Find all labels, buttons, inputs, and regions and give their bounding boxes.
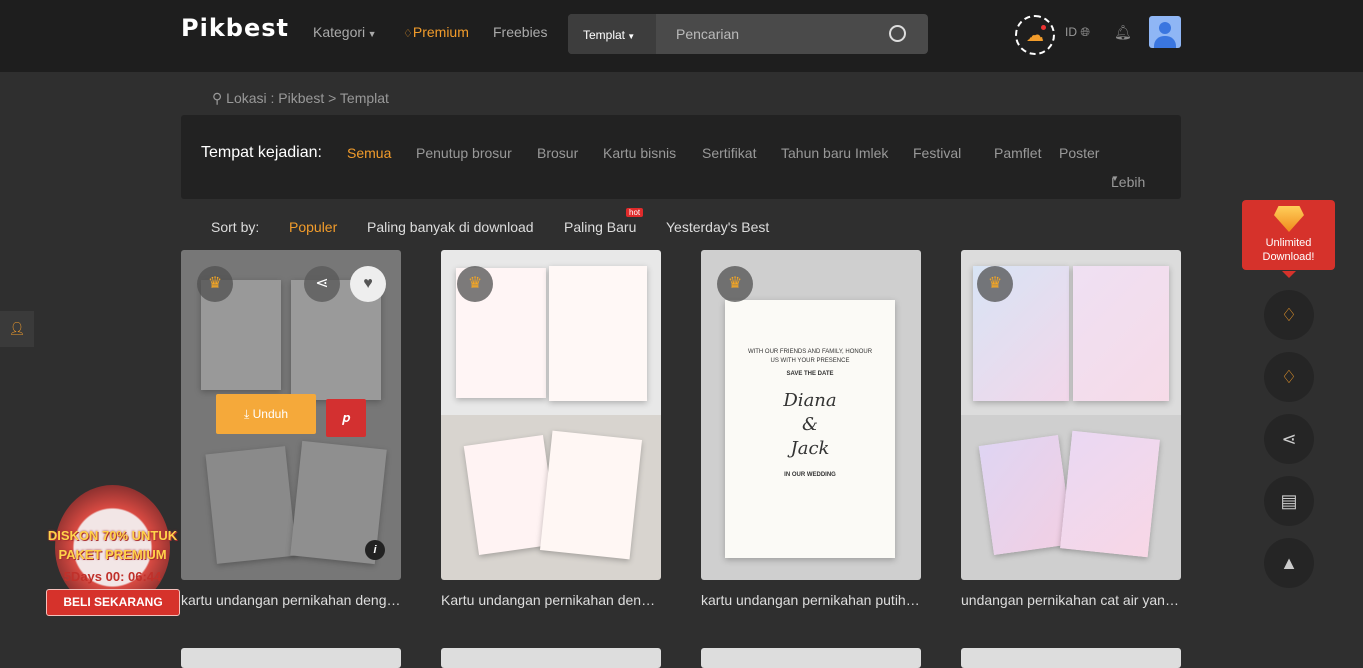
premium-diamond-button[interactable]: ♢ (1264, 290, 1314, 340)
card-title[interactable]: kartu undangan pernikahan dengan bunga m… (181, 592, 401, 608)
download-label: Unduh (252, 407, 289, 421)
vip-diamond-button[interactable]: ♢ (1264, 352, 1314, 402)
nav-freebies[interactable]: Freebies (493, 24, 547, 40)
nav-premium[interactable]: ♢Premium (403, 24, 469, 40)
category-filter-bar: Tempat kejadian: Semua Penutup brosur Br… (181, 115, 1181, 199)
nav-label: Premium (412, 24, 469, 40)
nav-label: Kategori (313, 24, 366, 40)
template-card[interactable] (441, 648, 661, 668)
breadcrumb: ⚲ Lokasi : Pikbest > Templat (212, 90, 389, 107)
promo-line2: PAKET PREMIUM (58, 547, 167, 562)
sort-yesterdays-best[interactable]: Yesterday's Best (666, 219, 769, 235)
location-icon: ⚲ (212, 90, 223, 106)
diamond-icon: ♢ (403, 28, 413, 40)
caret-down-icon: ▼ (365, 29, 377, 39)
download-icon: ⤓ (243, 407, 250, 421)
unlimited-download-banner[interactable]: Unlimited Download! (1242, 200, 1335, 278)
top-header: Pikbest Kategori ▼ ♢Premium Freebies Tem… (0, 0, 1363, 72)
poster-invite-text: WITH OUR FRIENDS AND FAMILY, HONOUR US W… (747, 349, 873, 364)
template-thumbnail[interactable]: ♛ (441, 250, 661, 580)
card-title[interactable]: kartu undangan pernikahan putih dengan b… (701, 592, 921, 608)
template-card[interactable]: ♛ Kartu undangan pernikahan dengan bunga… (441, 250, 661, 608)
premium-crown-icon: ♛ (457, 266, 493, 302)
premium-crown-icon: ♛ (197, 266, 233, 302)
share-icon[interactable]: ⋖ (304, 266, 340, 302)
feedback-button[interactable]: ▤ (1264, 476, 1314, 526)
diamond-icon: ♢ (1280, 366, 1298, 387)
card-title[interactable]: Kartu undangan pernikahan dengan bunga m… (441, 592, 661, 608)
promo-timer: 5Days 00: 06:44 (63, 569, 162, 584)
hot-badge: hot (626, 208, 644, 217)
sort-populer[interactable]: Populer (289, 219, 337, 235)
premium-crown-icon: ♛ (977, 266, 1013, 302)
document-edit-icon: ▤ (1280, 490, 1298, 511)
template-thumbnail[interactable]: ♛ ⋖ ♥ ⤓ Unduh 𝒑 i (181, 250, 401, 580)
notification-dot (1041, 25, 1046, 30)
caret-down-icon: ▼ (1111, 174, 1119, 183)
logo[interactable]: Pikbest (181, 14, 289, 42)
template-card[interactable]: ♛ ⋖ ♥ ⤓ Unduh 𝒑 i kartu undangan pernika… (181, 250, 401, 608)
lang-label: ID (1065, 25, 1077, 39)
filter-label: Tempat kejadian: (201, 144, 322, 161)
search-category-select[interactable]: Templat ▼ (568, 14, 656, 54)
poster-save-date: SAVE THE DATE (786, 371, 834, 377)
breadcrumb-text: Lokasi : Pikbest > Templat (226, 90, 389, 106)
card-title[interactable]: undangan pernikahan cat air yang indah (961, 592, 1181, 608)
info-icon[interactable]: i (365, 540, 385, 560)
heart-icon[interactable]: ♥ (350, 266, 386, 302)
filter-pamflet[interactable]: Pamflet (994, 145, 1041, 161)
template-thumbnail[interactable]: WITH OUR FRIENDS AND FAMILY, HONOUR US W… (701, 250, 921, 580)
poster-names: Diana & Jack (783, 390, 837, 459)
download-button[interactable]: ⤓ Unduh (216, 394, 316, 434)
buy-now-button[interactable]: BELI SEKARANG (46, 589, 180, 616)
back-to-top-button[interactable]: ▲ (1264, 538, 1314, 588)
add-user-icon[interactable]: 👤︎ (0, 311, 34, 347)
upload-button[interactable]: ☁ (1015, 15, 1055, 55)
template-card[interactable]: ♛ undangan pernikahan cat air yang indah (961, 250, 1181, 608)
template-card[interactable]: WITH OUR FRIENDS AND FAMILY, HONOUR US W… (701, 250, 921, 608)
sort-newest[interactable]: Paling Baru (564, 219, 636, 235)
avatar[interactable] (1149, 16, 1181, 48)
search-input[interactable] (656, 14, 886, 54)
unlimited-label: Unlimited Download! (1262, 237, 1315, 263)
share-button[interactable]: ⋖ (1264, 414, 1314, 464)
language-selector[interactable]: ID 🌐︎ (1065, 25, 1090, 40)
filter-kartu-bisnis[interactable]: Kartu bisnis (603, 145, 676, 161)
filter-tahun-baru-imlek[interactable]: Tahun baru Imlek (781, 145, 888, 161)
globe-icon: 🌐︎ (1080, 25, 1090, 39)
caret-up-icon: ▲ (1280, 552, 1298, 573)
poster-wedding-text: IN OUR WEDDING (784, 472, 836, 478)
select-value: Templat (583, 28, 626, 42)
filter-poster[interactable]: Poster (1059, 145, 1099, 161)
filter-sertifikat[interactable]: Sertifikat (702, 145, 756, 161)
bell-icon[interactable]: 🔔︎ (1114, 24, 1132, 41)
search-icon[interactable] (889, 25, 906, 42)
discount-promo[interactable]: DISKON 70% UNTUK PAKET PREMIUM 5Days 00:… (40, 480, 185, 620)
diamond-icon (1274, 206, 1304, 232)
search-bar: Templat ▼ (568, 14, 928, 54)
promo-line1: DISKON 70% UNTUK (47, 528, 178, 543)
filter-semua[interactable]: Semua (347, 145, 391, 161)
filter-festival[interactable]: Festival (913, 145, 961, 161)
template-thumbnail[interactable]: ♛ (961, 250, 1181, 580)
diamond-icon: ♢ (1280, 304, 1298, 325)
filter-brosur[interactable]: Brosur (537, 145, 578, 161)
pinterest-button[interactable]: 𝒑 (326, 399, 366, 437)
nav-kategori[interactable]: Kategori ▼ (313, 24, 377, 40)
template-card[interactable] (701, 648, 921, 668)
filter-penutup-brosur[interactable]: Penutup brosur (416, 145, 512, 161)
caret-down-icon: ▼ (625, 32, 636, 41)
premium-crown-icon: ♛ (717, 266, 753, 302)
sort-most-downloaded[interactable]: Paling banyak di download (367, 219, 534, 235)
sort-label: Sort by: (211, 219, 260, 235)
share-icon: ⋖ (1281, 428, 1297, 449)
template-card[interactable] (961, 648, 1181, 668)
template-card[interactable] (181, 648, 401, 668)
